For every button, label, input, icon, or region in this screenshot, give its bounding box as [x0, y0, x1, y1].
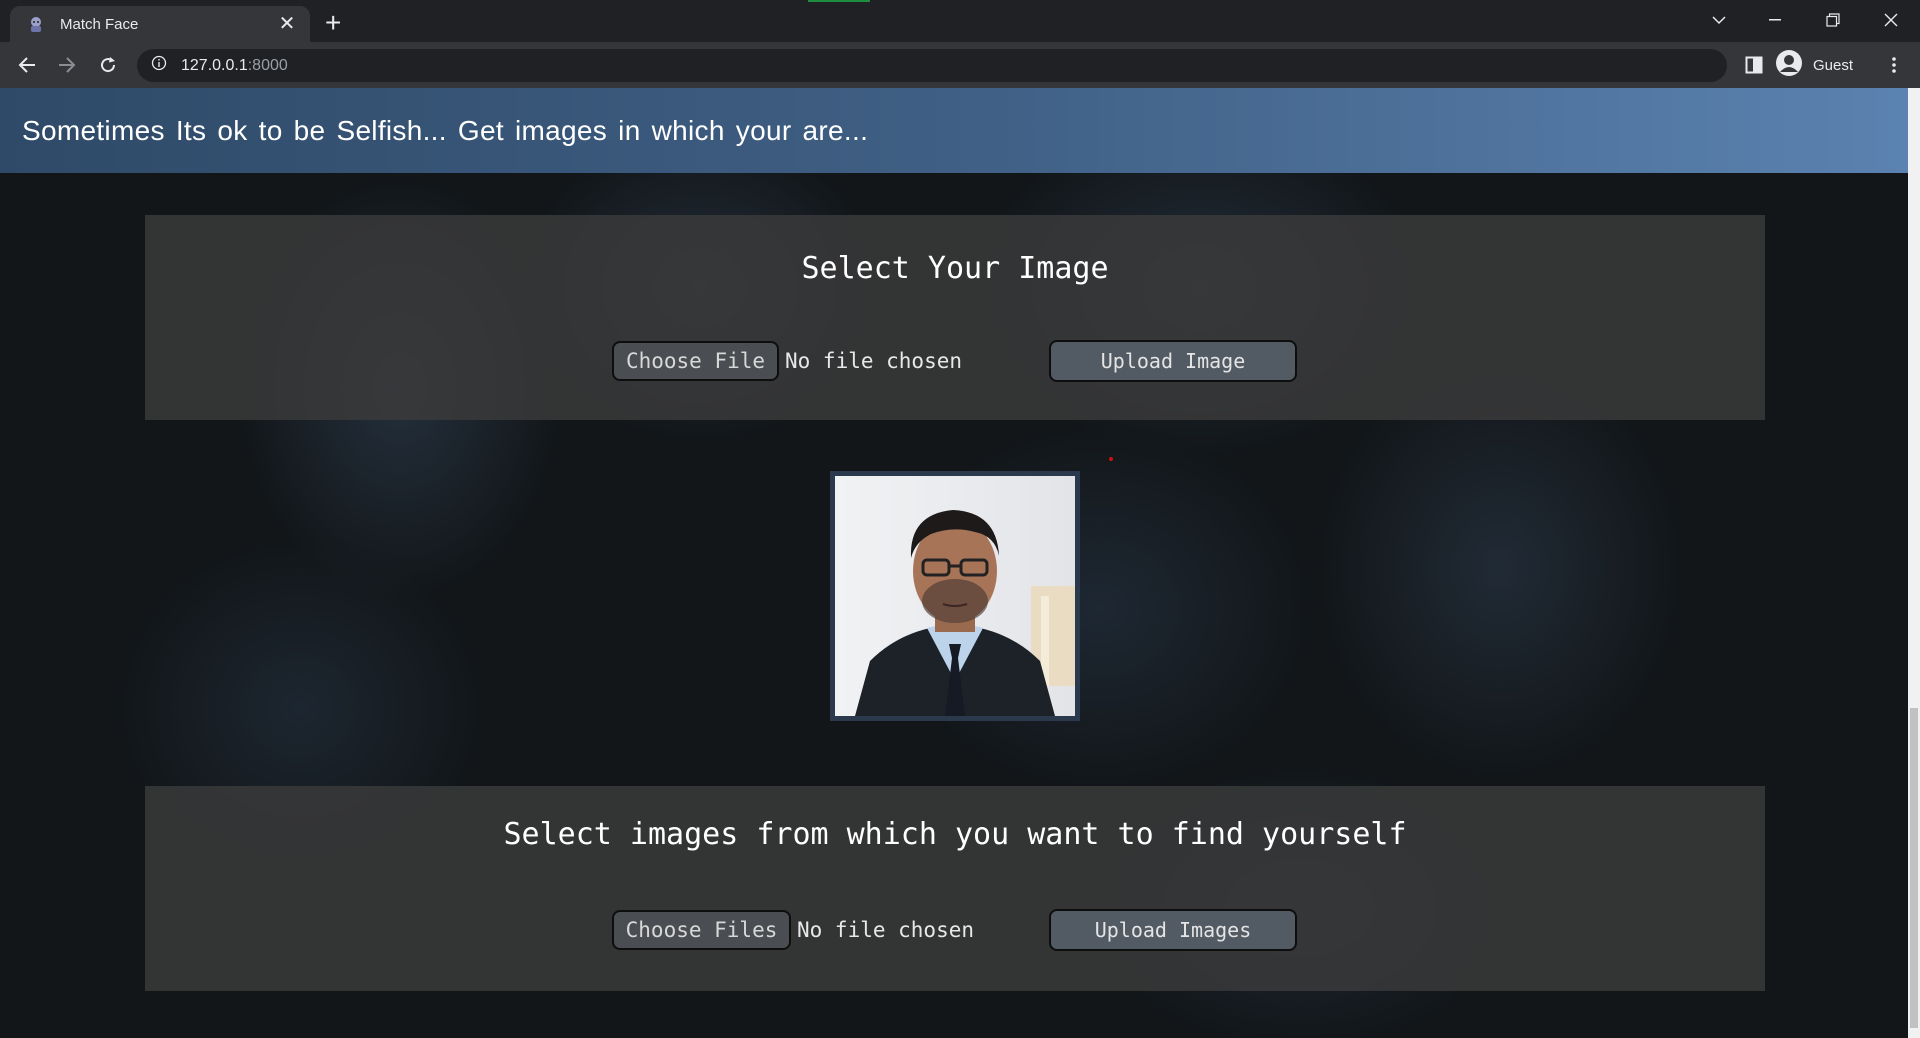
favicon-icon: [26, 14, 46, 34]
tab-search-icon[interactable]: [1690, 0, 1748, 40]
close-window-icon[interactable]: [1862, 0, 1920, 40]
tab-title: Match Face: [60, 15, 139, 33]
profile-label: Guest: [1813, 57, 1854, 74]
tab-strip: Match Face ✕ +: [0, 0, 1920, 42]
menu-icon[interactable]: [1882, 53, 1906, 77]
panel-title-find-yourself: Select images from which you want to fin…: [503, 817, 1407, 852]
files-status-text: No file chosen: [797, 918, 975, 942]
url-port: :8000: [247, 56, 288, 74]
loading-indicator: [808, 0, 870, 2]
minimize-icon[interactable]: [1746, 0, 1804, 40]
select-images-panel: Select images from which you want to fin…: [145, 786, 1765, 991]
upload-image-button[interactable]: Upload Image: [1049, 340, 1297, 382]
side-panel-icon[interactable]: [1742, 53, 1766, 77]
portrait-image: [835, 476, 1075, 716]
profile-button[interactable]: Guest: [1775, 49, 1865, 82]
new-tab-icon[interactable]: +: [325, 9, 341, 37]
page-viewport: Sometimes Its ok to be Selfish... Get im…: [0, 88, 1908, 1038]
reload-icon[interactable]: [96, 53, 120, 77]
tab-close-icon[interactable]: ✕: [276, 14, 298, 34]
upload-images-button[interactable]: Upload Images: [1049, 909, 1297, 951]
select-your-image-panel: Select Your Image Choose File No file ch…: [145, 215, 1765, 420]
red-dot-marker: [1109, 457, 1113, 461]
browser-toolbar: 127.0.0.1:8000 Guest: [0, 42, 1920, 88]
panel-title-your-image: Select Your Image: [801, 251, 1109, 286]
restore-icon[interactable]: [1804, 0, 1862, 40]
site-info-icon[interactable]: [151, 55, 167, 76]
scrollbar-thumb[interactable]: [1910, 708, 1918, 1028]
forward-icon[interactable]: [55, 53, 79, 77]
banner-text: Sometimes Its ok to be Selfish... Get im…: [22, 114, 869, 146]
avatar-icon: [1775, 49, 1803, 82]
url-host: 127.0.0.1: [181, 56, 248, 74]
address-bar[interactable]: 127.0.0.1:8000: [137, 49, 1727, 82]
browser-tab[interactable]: Match Face ✕: [10, 6, 310, 42]
choose-file-button[interactable]: Choose File: [612, 341, 779, 381]
header-banner: Sometimes Its ok to be Selfish... Get im…: [0, 88, 1908, 173]
back-icon[interactable]: [15, 53, 39, 77]
choose-files-button[interactable]: Choose Files: [612, 910, 791, 950]
selected-image-preview: [830, 471, 1080, 721]
file-status-text: No file chosen: [785, 349, 963, 373]
